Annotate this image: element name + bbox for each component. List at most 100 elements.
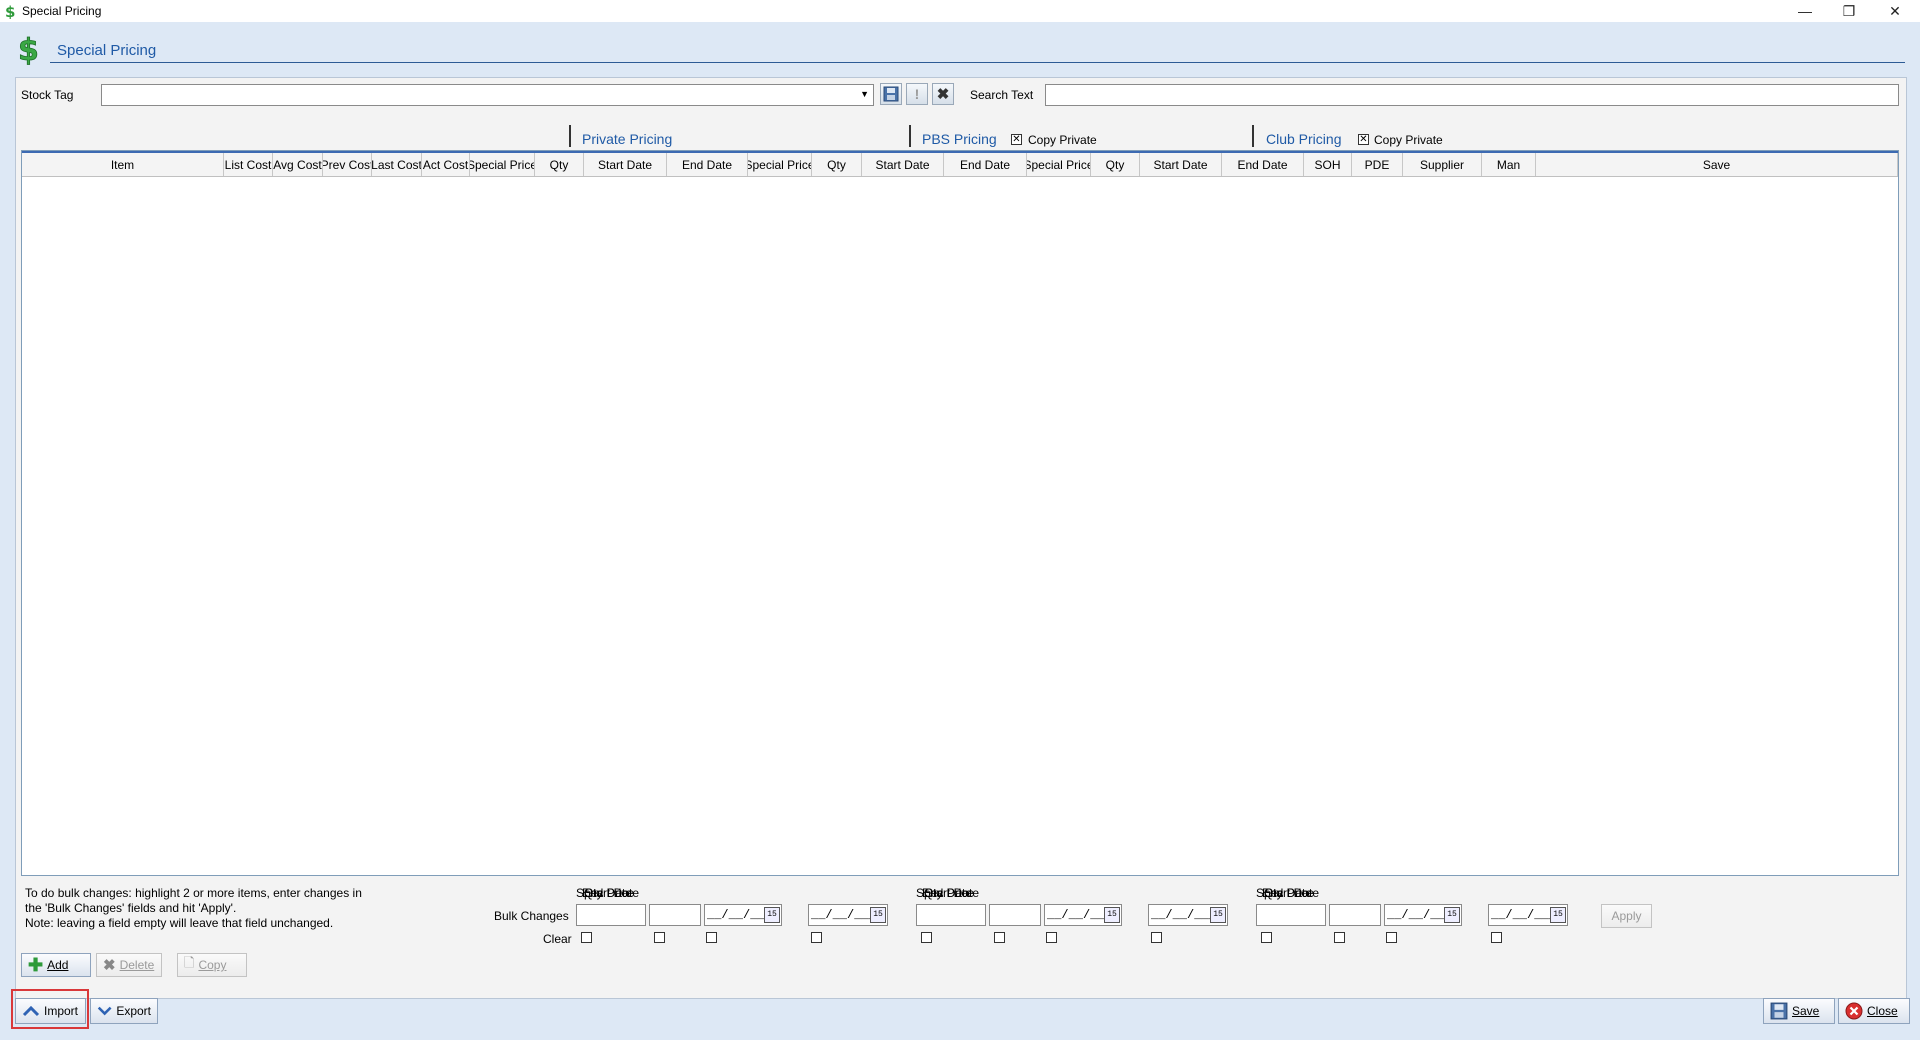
delete-button[interactable]: ✖ Delete bbox=[96, 953, 162, 977]
column-header[interactable]: Start Date bbox=[584, 153, 667, 176]
header-divider bbox=[50, 62, 1905, 63]
bulk-clear-checkbox[interactable] bbox=[581, 932, 592, 943]
column-header[interactable]: Qty bbox=[535, 153, 584, 176]
close-button[interactable]: Close bbox=[1838, 998, 1910, 1024]
copy-icon: 🗋 bbox=[184, 955, 195, 970]
bulk-clear-checkbox[interactable] bbox=[1046, 932, 1057, 943]
club-copy-private-checkbox[interactable]: ✕ bbox=[1358, 134, 1369, 145]
calendar-icon[interactable]: 15 bbox=[764, 907, 780, 923]
club-group-divider bbox=[1252, 125, 1254, 147]
bulk-end-date-field[interactable]: __/__/____ 15 bbox=[808, 904, 888, 926]
delete-label: Delete bbox=[119, 958, 155, 972]
bulk-start-date-field[interactable]: __/__/____ 15 bbox=[1044, 904, 1122, 926]
x-icon: ✖ bbox=[103, 957, 116, 974]
bulk-qty-field[interactable] bbox=[989, 904, 1041, 926]
close-circle-icon bbox=[1845, 1002, 1863, 1020]
search-text-label: Search Text bbox=[970, 88, 1034, 102]
column-header[interactable]: Avg Cost bbox=[273, 153, 323, 176]
copy-label: Copy bbox=[198, 958, 227, 972]
bulk-header: End Date bbox=[1262, 886, 1313, 900]
bulk-clear-checkbox[interactable] bbox=[994, 932, 1005, 943]
column-header[interactable]: Save bbox=[1536, 153, 1898, 176]
calendar-icon[interactable]: 15 bbox=[1104, 907, 1120, 923]
calendar-icon[interactable]: 15 bbox=[1444, 907, 1460, 923]
calendar-icon[interactable]: 15 bbox=[1210, 907, 1226, 923]
bulk-clear-checkbox[interactable] bbox=[1151, 932, 1162, 943]
column-header[interactable]: Start Date bbox=[1140, 153, 1222, 176]
add-label: Add bbox=[47, 958, 69, 972]
floppy-icon bbox=[883, 86, 899, 102]
clear-tag-button[interactable]: ✖ bbox=[932, 83, 954, 105]
bulk-clear-checkbox[interactable] bbox=[706, 932, 717, 943]
bulk-clear-checkbox[interactable] bbox=[1334, 932, 1345, 943]
bulk-clear-checkbox[interactable] bbox=[654, 932, 665, 943]
bulk-start-date-field[interactable]: __/__/____ 15 bbox=[704, 904, 782, 926]
bulk-spec-price-field[interactable] bbox=[916, 904, 986, 926]
bulk-note-line-3: Note: leaving a field empty will leave t… bbox=[25, 916, 334, 930]
column-header[interactable]: Qty bbox=[812, 153, 862, 176]
bulk-qty-field[interactable] bbox=[1329, 904, 1381, 926]
save-tag-button[interactable] bbox=[880, 83, 902, 105]
bulk-clear-checkbox[interactable] bbox=[1261, 932, 1272, 943]
chevron-up-icon bbox=[22, 1005, 40, 1017]
bulk-qty-field[interactable] bbox=[649, 904, 701, 926]
column-header[interactable]: Special Price bbox=[470, 153, 535, 176]
save-button[interactable]: Save bbox=[1763, 998, 1835, 1024]
column-header[interactable]: List Cost bbox=[224, 153, 273, 176]
calendar-icon[interactable]: 15 bbox=[1550, 907, 1566, 923]
column-header[interactable]: Special Price bbox=[748, 153, 812, 176]
pbs-copy-private-checkbox[interactable]: ✕ bbox=[1011, 134, 1022, 145]
apply-button[interactable]: Apply bbox=[1601, 904, 1652, 928]
bulk-clear-checkbox[interactable] bbox=[811, 932, 822, 943]
chevron-down-icon bbox=[97, 1006, 112, 1016]
bulk-clear-checkbox[interactable] bbox=[1491, 932, 1502, 943]
club-copy-private-label: Copy Private bbox=[1374, 133, 1443, 147]
column-header[interactable]: SOH bbox=[1304, 153, 1352, 176]
exclamation-icon: ! bbox=[914, 86, 920, 102]
stock-tag-label: Stock Tag bbox=[21, 88, 74, 102]
save-label: Save bbox=[1792, 1004, 1820, 1018]
column-header[interactable]: PDE bbox=[1352, 153, 1403, 176]
pricing-grid[interactable]: Item List Cost Avg Cost Prev Cost Last Cost A… bbox=[21, 150, 1899, 876]
add-button[interactable]: ✚ Add bbox=[21, 953, 91, 977]
column-header[interactable]: Special Price bbox=[1027, 153, 1091, 176]
bulk-clear-checkbox[interactable] bbox=[1386, 932, 1397, 943]
column-header[interactable]: Start Date bbox=[862, 153, 944, 176]
minimize-button[interactable]: — bbox=[1782, 0, 1828, 22]
club-pricing-title: Club Pricing bbox=[1266, 131, 1342, 147]
column-header[interactable]: Prev Cost bbox=[323, 153, 372, 176]
column-header[interactable]: End Date bbox=[667, 153, 748, 176]
bulk-spec-price-field[interactable] bbox=[1256, 904, 1326, 926]
bulk-clear-checkbox[interactable] bbox=[921, 932, 932, 943]
copy-button[interactable]: 🗋 Copy bbox=[177, 953, 247, 977]
tag-info-button[interactable]: ! bbox=[906, 83, 928, 105]
column-header[interactable]: End Date bbox=[1222, 153, 1304, 176]
floppy-icon bbox=[1770, 1002, 1788, 1020]
import-button[interactable]: Import bbox=[15, 998, 86, 1024]
svg-text:$: $ bbox=[5, 3, 15, 19]
close-window-button[interactable]: ✕ bbox=[1872, 0, 1918, 22]
column-header[interactable]: Man bbox=[1482, 153, 1536, 176]
restore-button[interactable]: ❐ bbox=[1826, 0, 1872, 22]
window-title: Special Pricing bbox=[22, 4, 102, 18]
private-pricing-title: Private Pricing bbox=[582, 131, 673, 147]
export-label: Export bbox=[116, 1004, 151, 1018]
column-header[interactable]: End Date bbox=[944, 153, 1027, 176]
export-button[interactable]: Export bbox=[90, 998, 158, 1024]
column-header[interactable]: Qty bbox=[1091, 153, 1140, 176]
column-header[interactable]: Act Cost bbox=[422, 153, 470, 176]
calendar-icon[interactable]: 15 bbox=[870, 907, 886, 923]
column-header[interactable]: Last Cost bbox=[372, 153, 422, 176]
stock-tag-dropdown[interactable]: ▼ bbox=[101, 84, 874, 106]
column-header[interactable]: Item bbox=[22, 153, 224, 176]
bulk-spec-price-field[interactable] bbox=[576, 904, 646, 926]
bulk-end-date-field[interactable]: __/__/____ 15 bbox=[1148, 904, 1228, 926]
bulk-start-date-field[interactable]: __/__/____ 15 bbox=[1384, 904, 1462, 926]
column-header[interactable]: Supplier bbox=[1403, 153, 1482, 176]
pbs-pricing-title: PBS Pricing bbox=[922, 131, 997, 147]
private-group-divider bbox=[569, 125, 571, 147]
pbs-copy-private-label: Copy Private bbox=[1028, 133, 1097, 147]
svg-text:$: $ bbox=[18, 33, 39, 66]
search-text-input[interactable] bbox=[1045, 84, 1899, 106]
bulk-end-date-field[interactable]: __/__/____ 15 bbox=[1488, 904, 1568, 926]
